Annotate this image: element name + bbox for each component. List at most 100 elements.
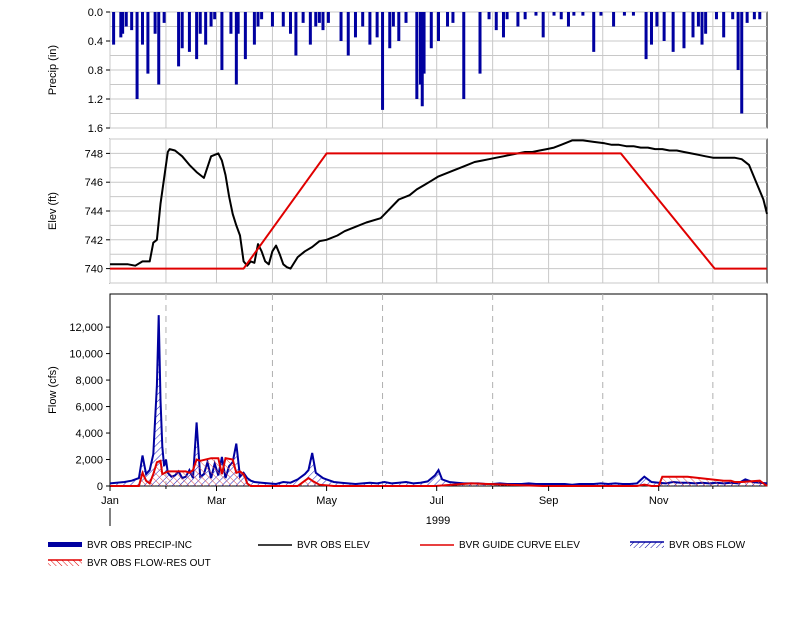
- y-axis: 740 742 744 746 748: [85, 148, 110, 276]
- precip-bar: [752, 12, 756, 20]
- precip-bar: [326, 12, 330, 23]
- flow-panel: 0 2,000 4,000 6,000 8,000 10,000 12,000 Flow (c…: [47, 293, 768, 493]
- hydrograph-chart: 0.00.40.81.21.6Precip (in) 7407427447467…: [47, 7, 768, 527]
- legend-item-obs-flow: BVR OBS FLOW: [630, 538, 745, 552]
- legend-item-guide-curve: BVR GUIDE CURVE ELEV: [420, 538, 580, 552]
- legend-label-guide-curve: BVR GUIDE CURVE ELEV: [459, 539, 580, 551]
- y-tick-label: 0.0: [88, 7, 103, 19]
- y-tick-label: 1.6: [88, 123, 103, 135]
- precip-bar: [501, 12, 505, 38]
- precip-bar: [429, 12, 433, 49]
- precip-bar: [346, 12, 350, 56]
- precip-bar: [505, 12, 509, 20]
- x-tick-label: Mar: [207, 495, 226, 507]
- precip-bar: [260, 12, 264, 20]
- precip-bar: [631, 12, 635, 16]
- precip-bar: [317, 12, 321, 23]
- legend: BVR OBS PRECIP-INC BVR OBS ELEV BVR GUID…: [0, 532, 800, 582]
- precip-bar: [599, 12, 603, 16]
- precip-bar: [644, 12, 648, 60]
- legend-swatch-res-out: [48, 559, 82, 566]
- legend-swatch-obs-flow: [630, 541, 664, 548]
- y-tick-label: 748: [85, 148, 103, 160]
- precip-bar: [714, 12, 718, 20]
- precip-bar: [566, 12, 570, 27]
- precip-bar: [534, 12, 538, 16]
- precip-bar: [581, 12, 585, 16]
- precip-bar: [177, 12, 181, 67]
- precip-bar: [140, 12, 144, 45]
- precip-bar: [671, 12, 675, 52]
- precip-bar: [451, 12, 455, 23]
- y-tick-label: 1.2: [88, 94, 103, 106]
- precip-bar: [731, 12, 735, 20]
- y-tick-label: 0.4: [88, 36, 103, 48]
- precip-bar: [153, 12, 157, 34]
- legend-swatch-obs-elev: [258, 544, 292, 546]
- precip-bar: [198, 12, 202, 34]
- precip-bar: [308, 12, 312, 45]
- precip-bar: [288, 12, 292, 34]
- precip-bar: [462, 12, 466, 99]
- precip-bar: [541, 12, 545, 38]
- precip-bar: [321, 12, 325, 31]
- precip-bar: [204, 12, 208, 45]
- precip-bar: [552, 12, 556, 16]
- y-tick-label: 746: [85, 177, 103, 189]
- precip-bar: [478, 12, 482, 74]
- plot-frame: [109, 293, 768, 487]
- precip-bar: [612, 12, 616, 27]
- precip-bar: [391, 12, 395, 27]
- precip-bar: [494, 12, 498, 31]
- precip-bar: [213, 12, 217, 20]
- precip-bar: [368, 12, 372, 45]
- x-tick-label: Nov: [649, 495, 669, 507]
- precip-bar: [112, 12, 116, 45]
- precip-bar: [195, 12, 199, 60]
- x-axis: Jan Mar May Jul Sep Nov 1999: [101, 486, 714, 527]
- precip-bar: [415, 12, 419, 99]
- precip-bar: [270, 12, 274, 27]
- y-tick-label: 4,000: [75, 428, 103, 440]
- precip-bar: [146, 12, 150, 74]
- x-tick-label: Sep: [539, 495, 559, 507]
- legend-label-obs-flow: BVR OBS FLOW: [669, 539, 746, 551]
- precip-bar: [135, 12, 139, 99]
- y-tick-label: 12,000: [69, 322, 103, 334]
- precip-bar: [745, 12, 749, 23]
- precip-bar: [361, 12, 365, 27]
- y-tick-label: 2,000: [75, 455, 103, 467]
- y-tick-label: 8,000: [75, 375, 103, 387]
- precip-bar: [256, 12, 260, 27]
- precip-bar: [397, 12, 401, 41]
- precip-bar: [157, 12, 161, 85]
- precip-bar: [301, 12, 305, 23]
- precip-bar: [704, 12, 708, 34]
- y-tick-label: 10,000: [69, 349, 103, 361]
- precip-bar: [404, 12, 408, 23]
- precip-bar: [162, 12, 166, 23]
- y-tick-label: 0.8: [88, 65, 103, 77]
- x-tick-label: Jan: [101, 495, 119, 507]
- y-tick-label: 744: [85, 206, 103, 218]
- precip-bar: [294, 12, 298, 56]
- precip-bar: [130, 12, 134, 31]
- precip-bar: [592, 12, 596, 52]
- legend-item-precip: BVR OBS PRECIP-INC: [48, 538, 192, 552]
- precip-bar: [559, 12, 563, 20]
- precip-bar: [740, 12, 744, 114]
- precip-bar: [691, 12, 695, 38]
- precip-bar: [209, 12, 213, 27]
- precip-bar: [243, 12, 247, 60]
- precip-bar: [339, 12, 343, 41]
- legend-label-res-out: BVR OBS FLOW-RES OUT: [87, 557, 211, 569]
- precip-bar: [121, 12, 125, 34]
- precip-bar: [281, 12, 285, 27]
- y-tick-label: 6,000: [75, 402, 103, 414]
- precip-bar: [252, 12, 256, 45]
- precip-bar: [220, 12, 224, 70]
- elevation-panel: 740 742 744 746 748 Elev (ft): [47, 138, 768, 284]
- precip-bar: [572, 12, 576, 16]
- y-axis-label: Precip (in): [47, 45, 59, 95]
- x-tick-label: Jul: [430, 495, 444, 507]
